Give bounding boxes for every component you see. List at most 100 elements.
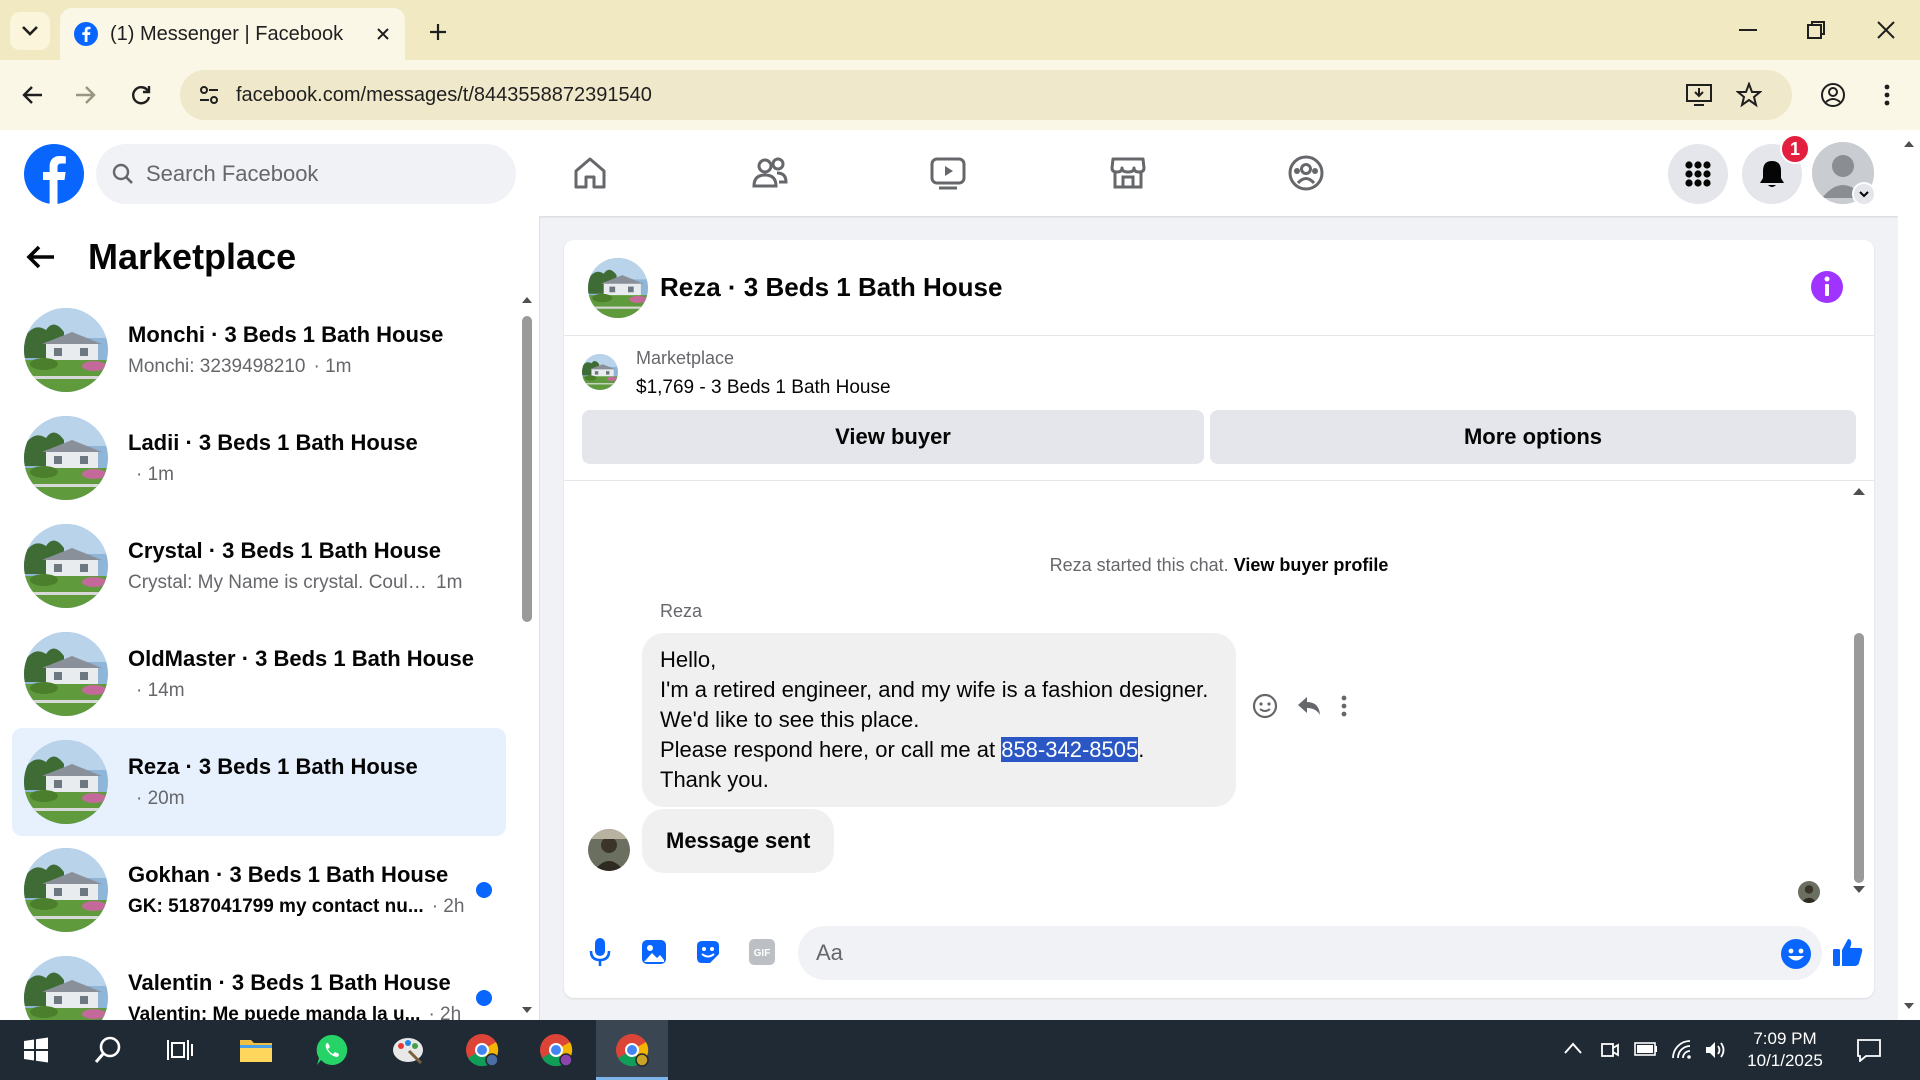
menu-button[interactable] <box>1668 144 1728 204</box>
conversation-item[interactable]: Ladii · 3 Beds 1 Bath House · 1m <box>12 404 506 512</box>
sticker-button[interactable] <box>690 934 726 970</box>
chrome-profile-3-button[interactable] <box>596 1020 668 1080</box>
reply-icon[interactable] <box>1296 694 1322 718</box>
sender-avatar[interactable] <box>588 829 630 871</box>
like-button[interactable] <box>1830 934 1866 970</box>
more-options-button[interactable]: More options <box>1210 410 1856 464</box>
close-tab-icon[interactable] <box>375 26 391 42</box>
whatsapp-button[interactable] <box>296 1020 368 1080</box>
sidebar-scroll-thumb[interactable] <box>522 316 532 622</box>
tab-search-button[interactable] <box>10 12 50 50</box>
view-buyer-button[interactable]: View buyer <box>582 410 1204 464</box>
nav-marketplace[interactable] <box>1068 142 1188 204</box>
scroll-up-icon[interactable] <box>521 296 533 304</box>
notification-center-icon[interactable] <box>1856 1038 1882 1062</box>
search-icon <box>94 1036 121 1063</box>
react-smiley-icon[interactable] <box>1252 693 1278 719</box>
wifi-icon[interactable] <box>1670 1038 1692 1060</box>
preview-time: · 14m <box>136 680 185 701</box>
file-explorer-button[interactable] <box>220 1020 292 1080</box>
nav-watch[interactable] <box>888 142 1008 204</box>
attach-photo-button[interactable] <box>636 934 672 970</box>
start-button[interactable] <box>0 1020 72 1080</box>
taskbar-search-button[interactable] <box>72 1020 144 1080</box>
back-arrow-icon[interactable] <box>26 244 56 270</box>
facebook-logo-icon[interactable] <box>24 144 84 204</box>
conversation-preview: Crystal: My Name is crystal. Could ... 1m <box>128 572 468 594</box>
nav-friends[interactable] <box>710 142 830 204</box>
conversation-name: Monchi · 3 Beds 1 Bath House <box>128 322 444 347</box>
message-bubble[interactable]: Hello, I'm a retired engineer, and my wi… <box>642 633 1236 807</box>
message-input[interactable] <box>816 940 1716 966</box>
preview-text: Crystal: My Name is crystal. Could ... <box>128 572 428 593</box>
conversation-item[interactable]: Valentin · 3 Beds 1 Bath House Valentin: … <box>12 944 506 1020</box>
site-settings-icon[interactable] <box>198 84 220 106</box>
sidebar-header: Marketplace <box>26 236 296 278</box>
scroll-down-icon[interactable] <box>1903 1002 1915 1010</box>
meet-now-icon[interactable] <box>1600 1040 1620 1060</box>
conversation-item[interactable]: OldMaster · 3 Beds 1 Bath House · 14m <box>12 620 506 728</box>
chat-started-text: Reza started this chat. <box>1049 555 1229 575</box>
info-icon[interactable] <box>1810 270 1844 304</box>
task-view-button[interactable] <box>144 1020 216 1080</box>
conversation-preview: GK: 5187041799 my contact nu... · 2h <box>128 896 468 918</box>
conversation-item[interactable]: Monchi · 3 Beds 1 Bath House Monchi: 3239… <box>12 296 506 404</box>
conversation-item[interactable]: Gokhan · 3 Beds 1 Bath House GK: 51870417… <box>12 836 506 944</box>
volume-icon[interactable] <box>1704 1040 1728 1060</box>
conversation-name: Ladii · 3 Beds 1 Bath House <box>128 430 418 455</box>
new-tab-button[interactable] <box>420 14 456 50</box>
minimize-button[interactable] <box>1726 12 1770 48</box>
chrome-profile-2-button[interactable] <box>520 1020 592 1080</box>
search-bar[interactable] <box>96 144 516 204</box>
listing-photo[interactable] <box>588 258 648 318</box>
back-button[interactable] <box>12 74 54 116</box>
reload-button[interactable] <box>120 74 162 116</box>
browser-menu-button[interactable] <box>1866 74 1908 116</box>
conversation-name: Valentin · 3 Beds 1 Bath House <box>128 970 451 995</box>
paint-app-button[interactable] <box>372 1020 444 1080</box>
tray-chevron-up-icon[interactable] <box>1564 1042 1582 1054</box>
voice-clip-button[interactable] <box>582 934 618 970</box>
scroll-down-icon[interactable] <box>521 1006 533 1014</box>
battery-icon[interactable] <box>1634 1042 1658 1056</box>
search-input[interactable] <box>146 161 466 187</box>
gif-icon: GIF <box>749 939 775 965</box>
scroll-down-icon[interactable] <box>1852 885 1866 894</box>
seen-indicator-avatar <box>1798 881 1820 903</box>
message-sent-bubble[interactable]: Message sent <box>642 809 835 873</box>
profile-button[interactable] <box>1812 74 1854 116</box>
page-scrollbar[interactable] <box>1898 130 1920 1020</box>
svg-text:GIF: GIF <box>754 948 771 959</box>
scroll-up-icon[interactable] <box>1903 140 1915 148</box>
thumbs-up-icon <box>1833 939 1863 966</box>
taskbar-clock[interactable]: 7:09 PM 10/1/2025 <box>1730 1028 1840 1072</box>
chevron-down-icon <box>22 26 38 36</box>
install-app-icon[interactable] <box>1686 83 1712 107</box>
scroll-up-icon[interactable] <box>1852 487 1866 496</box>
listing-summary[interactable]: Marketplace $1,769 - 3 Beds 1 Bath House <box>582 348 891 399</box>
nav-home[interactable] <box>530 142 650 204</box>
address-bar[interactable]: facebook.com/messages/t/8443558872391540 <box>180 70 1792 120</box>
more-vertical-icon[interactable] <box>1340 694 1348 718</box>
forward-button[interactable] <box>64 74 106 116</box>
chrome-profile-1-button[interactable] <box>446 1020 518 1080</box>
view-buyer-profile-link[interactable]: View buyer profile <box>1234 555 1389 575</box>
bookmark-star-icon[interactable] <box>1736 82 1762 108</box>
notification-badge: 1 <box>1780 134 1810 164</box>
emoji-icon[interactable] <box>1780 938 1812 970</box>
nav-groups[interactable] <box>1246 142 1366 204</box>
account-menu-button[interactable] <box>1852 182 1876 206</box>
chat-title[interactable]: Reza · 3 Beds 1 Bath House <box>660 272 1002 303</box>
chevron-down-icon <box>1859 190 1869 197</box>
message-input-box[interactable] <box>798 926 1822 980</box>
gif-button[interactable]: GIF <box>744 934 780 970</box>
phone-number-selection[interactable]: 858-342-8505 <box>1001 737 1139 762</box>
facebook-header: 1 <box>0 130 1898 216</box>
restore-button[interactable] <box>1794 12 1838 48</box>
thread-scroll-thumb[interactable] <box>1854 633 1864 883</box>
conversation-item[interactable]: Reza · 3 Beds 1 Bath House · 20m <box>12 728 506 836</box>
conversation-preview: Monchi: 3239498210 · 1m <box>128 356 468 378</box>
conversation-item[interactable]: Crystal · 3 Beds 1 Bath House Crystal: My… <box>12 512 506 620</box>
browser-tab[interactable]: (1) Messenger | Facebook <box>60 8 405 60</box>
close-window-button[interactable] <box>1864 12 1908 48</box>
